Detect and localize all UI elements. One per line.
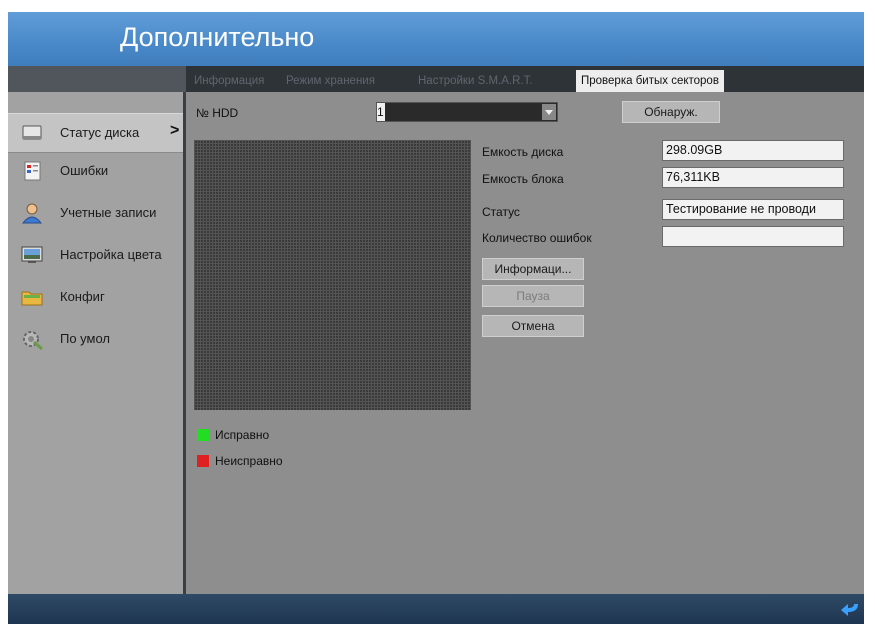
- sidebar-item-label: Настройка цвета: [60, 247, 162, 262]
- disk-capacity-label: Емкость диска: [482, 145, 564, 159]
- hard-disk-icon: [20, 122, 44, 144]
- status-field: Тестирование не проводи: [662, 199, 844, 220]
- page-title: Дополнительно: [120, 22, 315, 52]
- hdd-select-value: 1: [377, 103, 385, 121]
- tab-smart-settings[interactable]: Настройки S.M.A.R.T.: [418, 70, 533, 92]
- chevron-right-icon: >: [170, 122, 180, 139]
- tab-storage-mode[interactable]: Режим хранения: [286, 70, 375, 92]
- sidebar: Статус диска > Ошибки Учетные записи Нас…: [8, 92, 186, 594]
- display-icon: [20, 244, 44, 266]
- sector-map-grid: [194, 140, 471, 410]
- faulty-swatch: [197, 455, 209, 467]
- chevron-down-icon: [542, 104, 556, 120]
- hdd-number-label: № HDD: [196, 106, 239, 120]
- settings-gear-icon: [20, 328, 44, 351]
- sidebar-item-accounts[interactable]: Учетные записи: [8, 194, 183, 232]
- sidebar-item-config[interactable]: Конфиг: [8, 278, 183, 316]
- error-count-field: [662, 226, 844, 247]
- advanced-window: Дополнительно Информация Режим хранения …: [8, 12, 864, 624]
- sidebar-header: [8, 66, 186, 92]
- sidebar-item-errors[interactable]: Ошибки: [8, 152, 183, 190]
- healthy-swatch: [197, 429, 209, 441]
- sidebar-item-label: Ошибки: [60, 163, 109, 178]
- error-count-label: Количество ошибок: [482, 231, 592, 245]
- sidebar-item-disk-status[interactable]: Статус диска >: [8, 113, 183, 153]
- hdd-select[interactable]: 1: [376, 102, 558, 122]
- block-capacity-label: Емкость блока: [482, 172, 564, 186]
- tab-information[interactable]: Информация: [194, 70, 264, 92]
- back-arrow-icon[interactable]: [838, 598, 862, 620]
- title-bar: Дополнительно: [8, 12, 864, 66]
- error-log-icon: [20, 160, 44, 182]
- disk-capacity-field: 298.09GB: [662, 140, 844, 161]
- cancel-button[interactable]: Отмена: [482, 315, 584, 337]
- info-button[interactable]: Информаци...: [482, 258, 584, 280]
- user-icon: [20, 202, 44, 224]
- healthy-legend-label: Исправно: [215, 428, 270, 442]
- bottom-bar: [8, 594, 864, 624]
- detect-button[interactable]: Обнаруж.: [622, 101, 720, 123]
- sidebar-item-defaults[interactable]: По умол: [8, 320, 183, 358]
- faulty-legend-label: Неисправно: [215, 454, 283, 468]
- folder-icon: [20, 286, 44, 308]
- block-capacity-field: 76,311KB: [662, 167, 844, 188]
- sidebar-item-color-settings[interactable]: Настройка цвета: [8, 236, 183, 274]
- tab-bad-sector-check[interactable]: Проверка битых секторов: [576, 70, 724, 92]
- sidebar-item-label: Статус диска: [60, 125, 140, 140]
- sidebar-item-label: Конфиг: [60, 289, 105, 304]
- pause-button[interactable]: Пауза: [482, 285, 584, 307]
- sidebar-item-label: Учетные записи: [60, 205, 157, 220]
- status-label: Статус: [482, 205, 520, 219]
- sidebar-item-label: По умол: [60, 331, 111, 346]
